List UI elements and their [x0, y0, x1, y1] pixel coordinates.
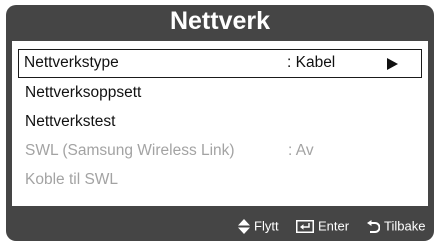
hint-move-label: Flytt	[254, 218, 279, 234]
hint-back-label: Tilbake	[384, 218, 426, 234]
menu-item-network-test[interactable]: Nettverkstest	[18, 107, 422, 136]
menu-item-label: Nettverkstest	[25, 113, 116, 130]
menu-title: Nettverk	[169, 7, 271, 35]
up-down-arrows-icon	[238, 219, 250, 235]
menu-item-network-setup[interactable]: Nettverksoppsett	[18, 78, 422, 107]
hint-move: Flytt	[238, 218, 279, 235]
return-icon	[367, 219, 380, 233]
menu-item-label: Nettverksoppsett	[25, 84, 142, 101]
enter-icon	[296, 220, 314, 234]
triangle-right-icon	[387, 58, 398, 70]
menu-item-connect-swl: Koble til SWL	[18, 165, 422, 194]
network-menu-panel: Nettverk Nettverkstype : Kabel Nettverks…	[6, 5, 434, 241]
menu-item-swl: SWL (Samsung Wireless Link) : Av	[18, 136, 422, 165]
menu-list: Nettverkstype : Kabel Nettverksoppsett N…	[12, 41, 428, 206]
menu-item-value: : Av	[288, 142, 314, 159]
hint-enter: Enter	[296, 218, 349, 234]
hint-back: Tilbake	[367, 218, 425, 234]
menu-item-label: Koble til SWL	[25, 171, 119, 188]
menu-item-label: SWL (Samsung Wireless Link)	[25, 142, 235, 159]
footer-hints: Flytt Enter Tilbake	[6, 215, 434, 237]
menu-item-network-type[interactable]: Nettverkstype : Kabel	[18, 49, 422, 78]
hint-enter-label: Enter	[318, 218, 350, 234]
menu-item-value: : Kabel	[287, 54, 336, 71]
menu-item-label: Nettverkstype	[24, 54, 119, 71]
